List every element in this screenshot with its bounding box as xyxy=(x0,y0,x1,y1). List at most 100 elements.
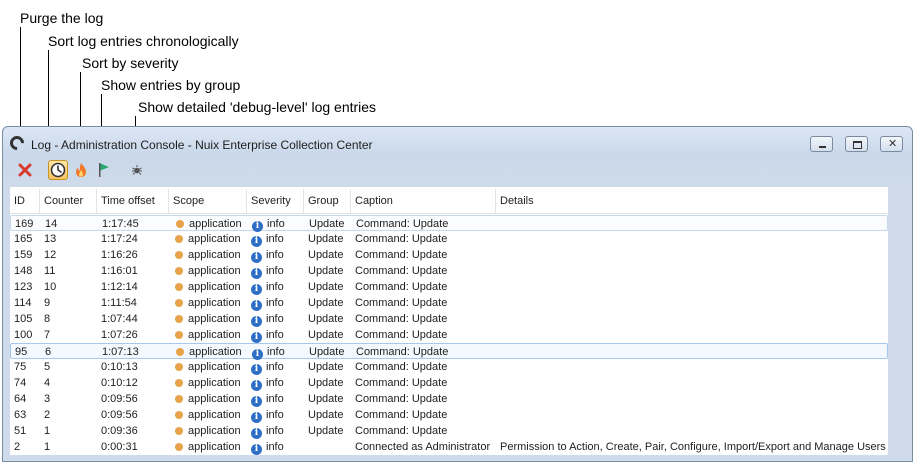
table-row[interactable]: 105 8 1:07:44 application i info Update Command… xyxy=(10,311,888,327)
cell-group: Update xyxy=(308,295,343,311)
log-table[interactable]: ID Counter Time offset Scope Severity Gr… xyxy=(10,187,888,455)
sort-severity-button[interactable] xyxy=(71,160,91,180)
table-row[interactable]: 159 12 1:16:26 application i info Update Comman… xyxy=(10,247,888,263)
cell-text: Update xyxy=(308,233,344,245)
cell-text: info xyxy=(266,281,284,293)
cell-time: 1:11:54 xyxy=(101,295,137,311)
column-header-id[interactable]: ID xyxy=(10,189,40,213)
scope-dot-icon xyxy=(175,379,183,387)
cell-group: Update xyxy=(308,359,343,375)
clock-icon xyxy=(50,162,66,178)
cell-caption: Connected as Administrator xyxy=(355,439,490,455)
cell-text: 11 xyxy=(44,265,56,277)
cell-scope: application xyxy=(175,295,241,311)
flag-icon xyxy=(99,163,109,177)
cell-text: application xyxy=(188,425,241,437)
cell-caption: Command: Update xyxy=(356,216,448,232)
cell-text: Command: Update xyxy=(356,346,449,358)
table-row[interactable]: 51 1 0:09:36 application i info Update Command:… xyxy=(10,423,888,439)
cell-text: 169 xyxy=(15,218,34,230)
cell-text: info xyxy=(266,393,284,405)
cell-id: 114 xyxy=(14,295,32,311)
scope-dot-icon xyxy=(175,331,183,339)
table-row[interactable]: 2 1 0:00:31 application i info Connected as Ad… xyxy=(10,439,888,455)
table-row[interactable]: 74 4 0:10:12 application i info Update Command:… xyxy=(10,375,888,391)
cell-severity: i info xyxy=(251,247,284,263)
table-row[interactable]: 75 5 0:10:13 application i info Update Command:… xyxy=(10,359,888,375)
cell-text: Command: Update xyxy=(355,425,448,437)
cell-text: 7 xyxy=(44,329,51,341)
cell-text: 159 xyxy=(14,249,33,261)
table-row[interactable]: 100 7 1:07:26 application i info Update Command… xyxy=(10,327,888,343)
table-row[interactable]: 148 11 1:16:01 application i info Update Comman… xyxy=(10,263,888,279)
scope-dot-icon xyxy=(175,283,183,291)
scope-dot-icon xyxy=(175,443,183,451)
cell-id: 123 xyxy=(14,279,32,295)
cell-severity: i info xyxy=(251,311,284,327)
close-window-button[interactable]: ✕ xyxy=(880,136,903,152)
cell-text: Update xyxy=(308,393,344,405)
cell-text: Update xyxy=(308,361,344,373)
cell-text: 2 xyxy=(44,409,51,421)
cell-caption: Command: Update xyxy=(355,263,447,279)
column-header-group[interactable]: Group xyxy=(304,189,351,213)
debug-level-button[interactable] xyxy=(127,160,147,180)
cell-text: application xyxy=(188,329,241,341)
cell-text: Update xyxy=(308,297,344,309)
cell-text: 63 xyxy=(14,409,27,421)
cell-text: info xyxy=(267,346,285,358)
cell-text: info xyxy=(267,218,285,230)
cell-severity: i info xyxy=(251,327,284,343)
scope-dot-icon xyxy=(175,251,183,259)
table-row[interactable]: 165 13 1:17:24 application i info Update Comman… xyxy=(10,231,888,247)
cell-text: Command: Update xyxy=(356,218,449,230)
cell-severity: i info xyxy=(251,439,284,455)
title-bar[interactable]: Log - Administration Console - Nuix Ente… xyxy=(3,127,912,157)
table-row[interactable]: 123 10 1:12:14 application i info Update Comman… xyxy=(10,279,888,295)
cell-text: info xyxy=(266,441,284,453)
group-entries-button[interactable] xyxy=(94,160,114,180)
column-header-counter[interactable]: Counter xyxy=(40,189,97,213)
annotation-sort-severity: Sort by severity xyxy=(82,55,179,71)
column-header-details[interactable]: Details xyxy=(496,189,888,213)
cell-text: 1:17:24 xyxy=(101,233,138,245)
cell-counter: 8 xyxy=(44,311,50,327)
sort-chronological-button[interactable] xyxy=(48,160,68,180)
cell-text: Update xyxy=(308,265,344,277)
annotation-purge: Purge the log xyxy=(20,10,104,26)
cell-text: Command: Update xyxy=(355,409,448,421)
column-header-caption[interactable]: Caption xyxy=(351,189,496,213)
cell-time: 1:17:45 xyxy=(102,216,139,232)
maximize-button[interactable] xyxy=(845,136,868,152)
cell-group: Update xyxy=(308,407,343,423)
info-icon: i xyxy=(251,364,262,375)
cell-text: Update xyxy=(308,249,344,261)
cell-id: 159 xyxy=(14,247,32,263)
cell-text: Update xyxy=(309,218,345,230)
toolbar xyxy=(8,159,888,183)
minimize-button[interactable] xyxy=(810,136,833,152)
cell-group: Update xyxy=(308,391,343,407)
cell-time: 1:07:13 xyxy=(102,344,139,360)
table-row[interactable]: 114 9 1:11:54 application i info Update Command… xyxy=(10,295,888,311)
cell-text: 8 xyxy=(44,313,51,325)
column-header-severity[interactable]: Severity xyxy=(247,189,304,213)
cell-text: 1:16:01 xyxy=(101,265,138,277)
table-row[interactable]: 64 3 0:09:56 application i info Update Command:… xyxy=(10,391,888,407)
scope-dot-icon xyxy=(175,267,183,275)
cell-scope: application xyxy=(175,391,241,407)
cell-text: Update xyxy=(308,425,344,437)
cell-text: 13 xyxy=(44,233,57,245)
cell-text: Update xyxy=(308,281,344,293)
cell-text: 64 xyxy=(14,393,27,405)
table-row[interactable]: 95 6 1:07:13 application i info Update Command:… xyxy=(10,343,888,360)
purge-log-button[interactable] xyxy=(15,160,35,180)
column-header-scope[interactable]: Scope xyxy=(169,189,247,213)
table-row[interactable]: 169 14 1:17:45 application i info Update Comman… xyxy=(10,215,888,232)
cell-group: Update xyxy=(308,327,343,343)
column-header-time-offset[interactable]: Time offset xyxy=(97,189,169,213)
info-icon: i xyxy=(251,428,262,439)
cell-caption: Command: Update xyxy=(355,423,447,439)
table-row[interactable]: 63 2 0:09:56 application i info Update Command:… xyxy=(10,407,888,423)
cell-text: 74 xyxy=(14,377,27,389)
